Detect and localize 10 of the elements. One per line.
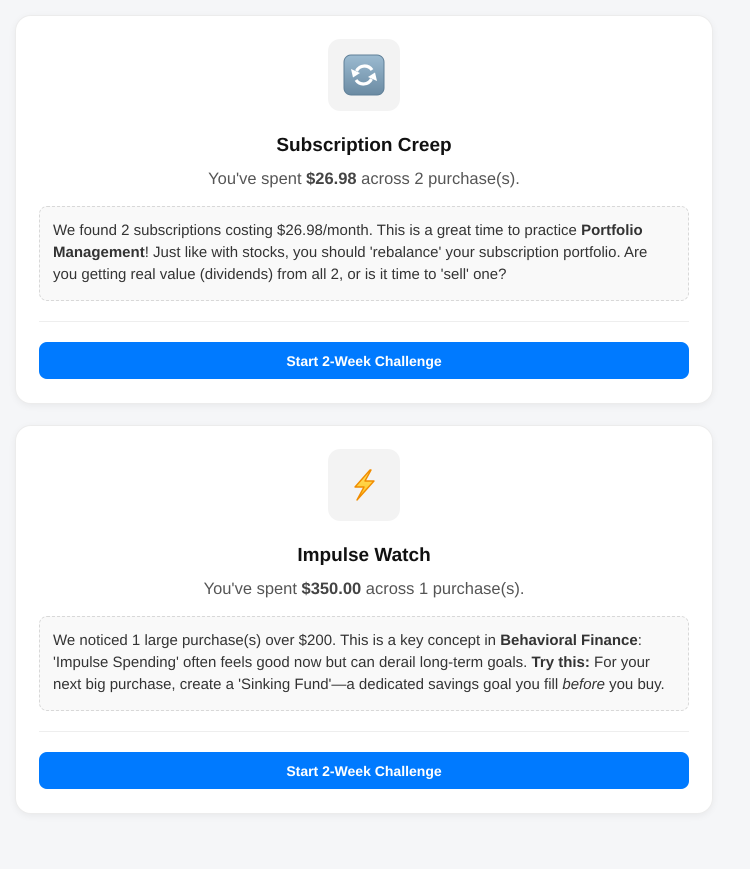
card-title: Impulse Watch	[297, 544, 431, 568]
insight-text: We noticed 1 large purchase(s) over $200. This is a key concept in Behavioral Finance: 'Impulse Spending' often feels good now but can derail long-term goals. Try this: For your next big purchase, create a 'Sinking Fund'—a dedicated savings goal you fill before you buy.	[53, 631, 666, 695]
refresh-icon	[328, 39, 400, 111]
card-title: Subscription Creep	[276, 134, 452, 158]
insight-text: We found 2 subscriptions costing $26.98/month. This is a great time to practice Portfolio Management! Just like with stocks, you should 'rebalance' your subscription portfolio. Are you getting real value (dividends) from all 2, or is it time to 'sell' one?	[53, 221, 648, 285]
spending-summary: You've spent $26.98 across 2 purchase(s).	[208, 169, 520, 190]
challenge-button[interactable]: Start 2-Week Challenge	[39, 342, 689, 379]
lightning-icon	[328, 449, 400, 521]
challenge-button[interactable]: Start 2-Week Challenge	[39, 752, 689, 789]
spending-summary: You've spent $350.00 across 1 purchase(s).	[204, 579, 524, 600]
